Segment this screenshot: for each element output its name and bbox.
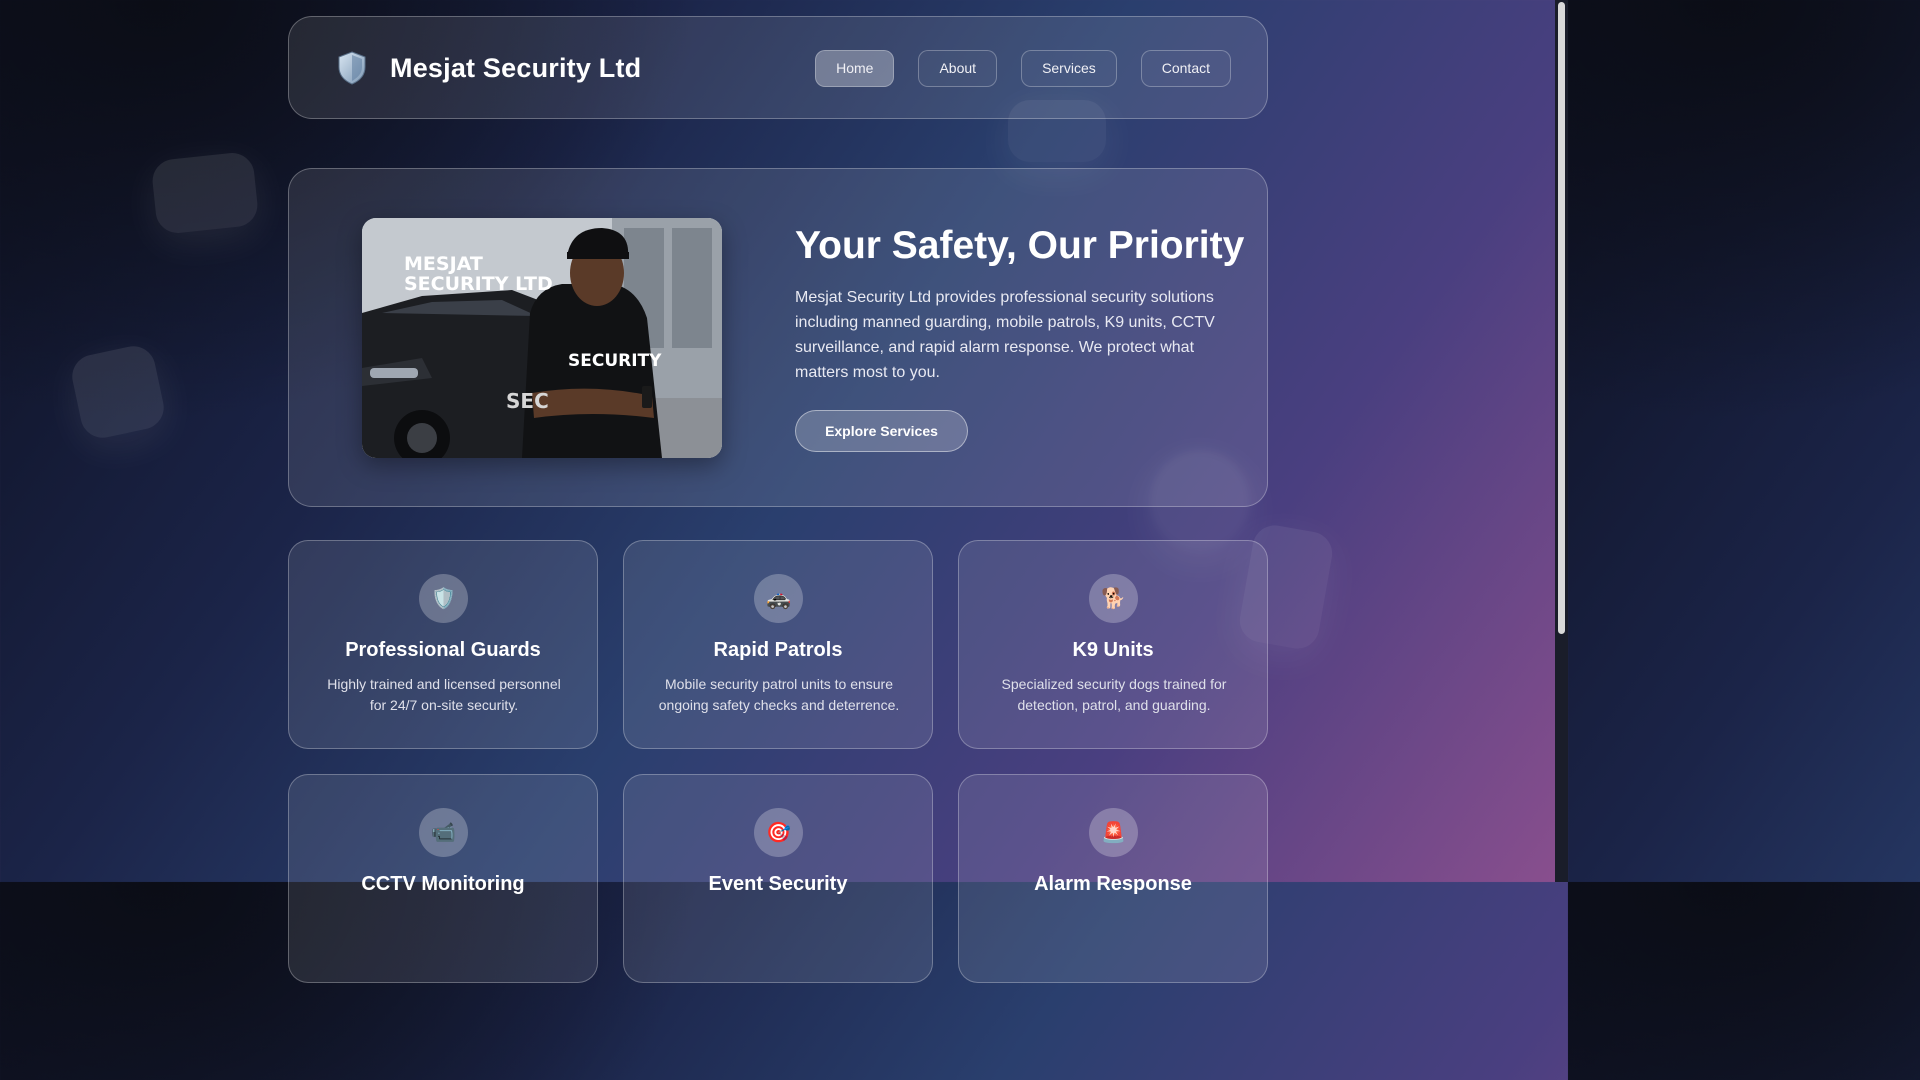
siren-icon: 🚨 <box>1089 808 1138 857</box>
service-title: Rapid Patrols <box>713 639 843 661</box>
police-car-icon: 🚓 <box>754 574 803 623</box>
nav-home[interactable]: Home <box>815 50 895 87</box>
service-title: CCTV Monitoring <box>361 873 525 895</box>
dog-icon: 🐕 <box>1089 574 1138 623</box>
service-description: Highly trained and licensed personnel fo… <box>327 676 561 713</box>
service-card-k9[interactable]: 🐕 K9 Units Specialized security dogs tra… <box>958 540 1268 749</box>
service-description: Specialized security dogs trained for de… <box>1001 676 1227 713</box>
decor-blob <box>68 342 168 442</box>
nav-contact[interactable]: Contact <box>1140 50 1231 87</box>
service-title: Alarm Response <box>1034 873 1192 895</box>
main-nav: Home About Services Contact <box>815 50 1231 87</box>
nav-services[interactable]: Services <box>1021 50 1117 87</box>
explore-services-button[interactable]: Explore Services <box>795 410 968 452</box>
hero-description: Mesjat Security Ltd provides professiona… <box>795 289 1215 381</box>
image-shirt-text: SECURITY <box>568 351 662 371</box>
nav-about[interactable]: About <box>918 50 998 87</box>
shield-icon: 🛡️ <box>419 574 468 623</box>
brand-name[interactable]: Mesjat Security Ltd <box>390 53 641 84</box>
service-card-alarm[interactable]: 🚨 Alarm Response <box>958 774 1268 983</box>
service-title: Professional Guards <box>345 639 541 661</box>
site-header: Mesjat Security Ltd Home About Services … <box>288 16 1268 119</box>
image-text-line2: SECURITY LTD <box>404 273 553 295</box>
service-title: K9 Units <box>1072 639 1154 661</box>
hero-section: MESJAT SECURITY LTD SECURITY SEC Your Sa… <box>288 168 1268 507</box>
security-guard-photo: MESJAT SECURITY LTD SECURITY SEC <box>362 218 722 458</box>
page-scrollbar[interactable] <box>1555 0 1568 882</box>
shield-icon <box>338 51 366 85</box>
service-card-patrols[interactable]: 🚓 Rapid Patrols Mobile security patrol u… <box>623 540 933 749</box>
hero-image: MESJAT SECURITY LTD SECURITY SEC <box>362 218 722 458</box>
service-card-guards[interactable]: 🛡️ Professional Guards Highly trained an… <box>288 540 598 749</box>
service-title: Event Security <box>708 873 848 895</box>
target-icon: 🎯 <box>754 808 803 857</box>
service-card-event[interactable]: 🎯 Event Security <box>623 774 933 983</box>
service-description: Mobile security patrol units to ensure o… <box>658 676 900 713</box>
decor-blob <box>150 150 260 236</box>
video-camera-icon: 📹 <box>419 808 468 857</box>
hero-title: Your Safety, Our Priority <box>795 224 1245 267</box>
service-card-cctv[interactable]: 📹 CCTV Monitoring <box>288 774 598 983</box>
image-car-text: SEC <box>506 389 549 413</box>
scrollbar-thumb[interactable] <box>1558 2 1565 634</box>
image-text-line1: MESJAT <box>404 253 483 275</box>
